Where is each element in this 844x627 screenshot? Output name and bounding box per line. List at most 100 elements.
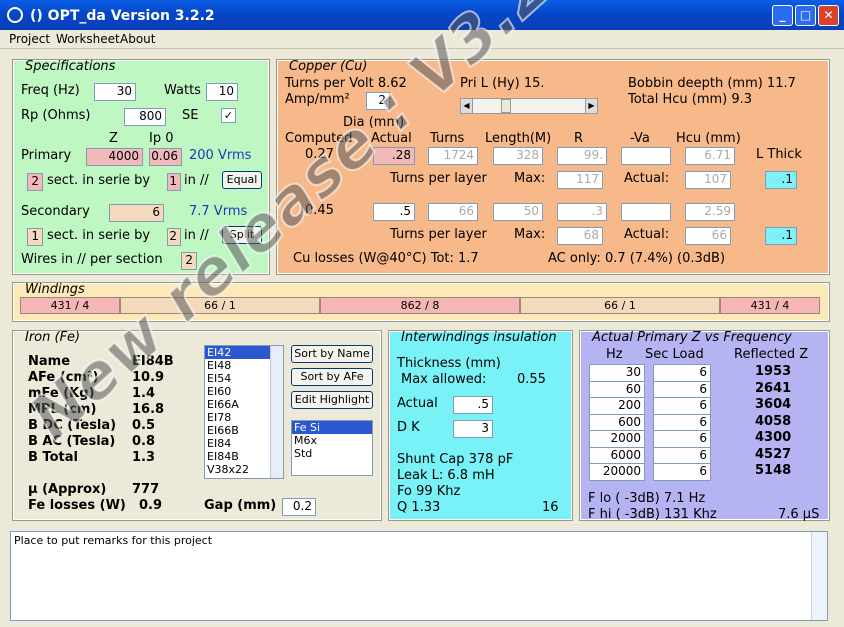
sort-by-name-button[interactable]: Sort by Name	[291, 345, 373, 363]
maximize-button[interactable]: □	[795, 5, 816, 26]
sec-load-input[interactable]: 6	[653, 446, 711, 465]
gap-input[interactable]: 0.2	[282, 498, 316, 516]
sec-load-input[interactable]: 6	[653, 397, 711, 415]
freq-hz-input[interactable]: 60	[589, 380, 645, 399]
primary-tpl-label: Turns per layer	[390, 171, 487, 186]
mpl-value: 16.8	[132, 402, 165, 417]
title-bar: () OPT_da Version 3.2.2 _ □ ✕	[0, 0, 844, 30]
material-item[interactable]: Std	[292, 447, 372, 460]
secondary-sect-input[interactable]: 1	[27, 228, 43, 246]
secondary-actual-tpl: 66	[685, 227, 731, 245]
sec-load-input[interactable]: 6	[653, 413, 711, 432]
remarks-textarea[interactable]: Place to put remarks for this project	[10, 531, 828, 621]
secondary-turns: 66	[428, 203, 478, 221]
primary-thick-input[interactable]: .1	[765, 171, 797, 189]
afe-label: AFe (cm²)	[28, 370, 99, 385]
insul-actual-input[interactable]: .5	[453, 396, 493, 414]
length-header: Length(M)	[485, 131, 552, 146]
secondary-par-input[interactable]: 2	[167, 228, 181, 246]
slider-thumb[interactable]	[501, 99, 511, 113]
shunt-cap: Shunt Cap 378 pF	[397, 452, 514, 467]
secondary-va	[621, 203, 671, 221]
mpl-label: MPL (cm)	[28, 402, 97, 417]
secondary-vrms: 7.7 Vrms	[189, 204, 248, 219]
primary-par-input[interactable]: 1	[167, 173, 181, 191]
gap-label: Gap (mm)	[204, 498, 277, 513]
reflected-z-value: 4058	[755, 413, 792, 429]
freq-hz-input[interactable]: 2000	[589, 430, 645, 448]
freq-hz-input[interactable]: 30	[589, 364, 645, 382]
wires-label: Wires in // per section	[21, 252, 163, 267]
watts-label: Watts	[164, 83, 201, 98]
freq-hz-input[interactable]: 200	[589, 397, 645, 415]
z-label: Z	[109, 131, 118, 146]
wires-input[interactable]: 2	[181, 252, 197, 270]
primary-actual-tpl: 107	[685, 171, 731, 189]
primary-sect-input[interactable]: 2	[27, 173, 43, 191]
material-item[interactable]: M6x	[292, 434, 372, 447]
q-number: 16	[542, 500, 559, 515]
dk-input[interactable]: 3	[453, 420, 493, 438]
secondary-sect-label: sect. in serie by	[47, 228, 151, 243]
secondary-thick-input[interactable]: .1	[765, 227, 797, 245]
mu-label: µ (Approx)	[28, 482, 107, 497]
thickness-label: Thickness (mm)	[397, 356, 501, 371]
core-list[interactable]: EI42 EI48 EI54 EI60 EI66A EI78 EI66B EI8…	[204, 345, 284, 479]
rp-input[interactable]: 800	[124, 108, 166, 126]
ac-only: AC only: 0.7 (7.4%) (0.3dB)	[548, 251, 726, 266]
secondary-hcu: 2.59	[685, 203, 735, 221]
se-checkbox[interactable]: ✓	[221, 108, 236, 123]
winding-cell-3: 862 / 8	[320, 297, 520, 314]
menu-project[interactable]: Project	[9, 32, 50, 46]
va-header: -Va	[630, 131, 650, 146]
reflected-z-value: 4527	[755, 446, 792, 462]
primary-ip-input[interactable]: 0.06	[149, 148, 182, 166]
menu-worksheet[interactable]: Worksheet	[56, 32, 120, 46]
bac-value: 0.8	[132, 434, 156, 449]
primary-z-input[interactable]: 4000	[86, 148, 143, 166]
close-button[interactable]: ✕	[818, 5, 839, 26]
fo: Fo 99 Khz	[397, 484, 461, 499]
material-list[interactable]: Fe Si M6x Std	[291, 420, 373, 476]
amp-input[interactable]: 2	[366, 92, 390, 110]
remarks-scrollbar[interactable]	[811, 532, 827, 620]
bdc-value: 0.5	[132, 418, 156, 433]
primary-actual-input[interactable]: .28	[373, 147, 415, 165]
pri-l-slider[interactable]: ◀ ▶	[460, 98, 598, 114]
primary-vrms: 200 Vrms	[189, 148, 252, 163]
core-list-scrollbar[interactable]	[270, 346, 283, 478]
freq-hz-input[interactable]: 600	[589, 413, 645, 432]
afe-value: 10.9	[132, 370, 165, 385]
thick-header: L Thick	[756, 147, 802, 162]
iron-legend: Iron (Fe)	[25, 330, 81, 345]
sec-load-input[interactable]: 6	[653, 430, 711, 448]
windings-legend: Windings	[25, 282, 85, 297]
mfe-label: mFe (Kg)	[28, 386, 95, 401]
q-value: Q 1.33	[397, 500, 441, 515]
secondary-actual-input[interactable]: .5	[373, 203, 415, 221]
sort-by-afe-button[interactable]: Sort by AFe	[291, 368, 373, 386]
freq-hz-input[interactable]: 20000	[589, 463, 645, 481]
secondary-z-input[interactable]: 6	[109, 204, 164, 222]
ip-label: Ip 0	[149, 131, 174, 146]
primary-label: Primary	[21, 148, 72, 163]
material-item[interactable]: Fe Si	[292, 421, 372, 434]
minimize-button[interactable]: _	[772, 5, 793, 26]
insulation-panel: Interwindings insulation Thickness (mm) …	[388, 330, 573, 521]
menu-about[interactable]: About	[120, 32, 155, 46]
se-label: SE	[182, 108, 199, 123]
hz-header: Hz	[606, 347, 623, 362]
equal-button[interactable]: Equal	[222, 171, 262, 189]
freq-hz-input[interactable]: 6000	[589, 446, 645, 465]
sec-load-input[interactable]: 6	[653, 463, 711, 481]
sec-load-input[interactable]: 6	[653, 380, 711, 399]
freq-label: Freq (Hz)	[21, 83, 80, 98]
split-button[interactable]: Split	[222, 226, 262, 244]
sec-load-input[interactable]: 6	[653, 364, 711, 382]
bdc-label: B DC (Tesla)	[28, 418, 117, 433]
secondary-r: .3	[557, 203, 607, 221]
edit-highlight-button[interactable]: Edit Highlight	[291, 391, 373, 409]
reflected-z-value: 2641	[755, 380, 792, 396]
watts-input[interactable]: 10	[206, 83, 238, 101]
freq-input[interactable]: 30	[94, 83, 136, 101]
